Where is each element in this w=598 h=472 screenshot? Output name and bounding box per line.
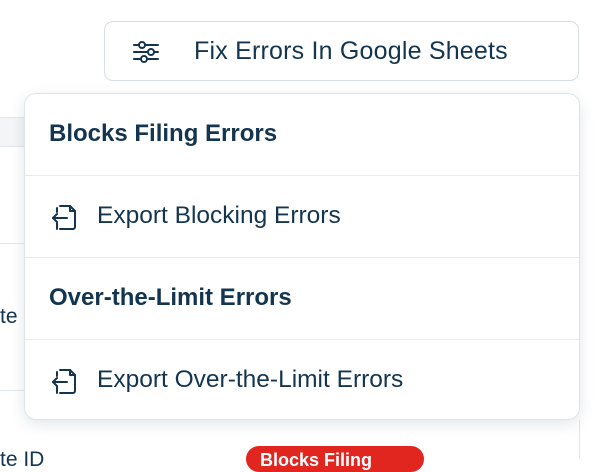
section-title: Over-the-Limit Errors xyxy=(49,284,292,311)
sliders-icon xyxy=(131,38,161,66)
menu-item-label: Export Blocking Errors xyxy=(97,202,341,229)
fix-errors-button-label: Fix Errors In Google Sheets xyxy=(194,37,508,65)
background-divider xyxy=(579,420,580,458)
section-header-over-the-limit: Over-the-Limit Errors xyxy=(25,258,579,340)
menu-item-label: Export Over-the-Limit Errors xyxy=(97,366,404,393)
status-badge: Blocks Filing xyxy=(246,446,424,472)
section-title: Blocks Filing Errors xyxy=(49,120,278,147)
section-header-blocks-filing: Blocks Filing Errors xyxy=(25,94,579,176)
export-over-the-limit-errors-item[interactable]: Export Over-the-Limit Errors xyxy=(25,340,579,419)
export-errors-dropdown-menu: Blocks Filing Errors Export Blocking Err… xyxy=(24,93,580,420)
status-badge-label: Blocks Filing xyxy=(260,450,373,470)
fix-errors-google-sheets-button[interactable]: Fix Errors In Google Sheets xyxy=(104,21,579,81)
export-file-icon xyxy=(51,367,77,395)
export-file-icon xyxy=(51,203,77,231)
background-partial-text: te xyxy=(0,305,18,328)
background-partial-text: te ID xyxy=(0,448,45,471)
export-blocking-errors-item[interactable]: Export Blocking Errors xyxy=(25,176,579,258)
